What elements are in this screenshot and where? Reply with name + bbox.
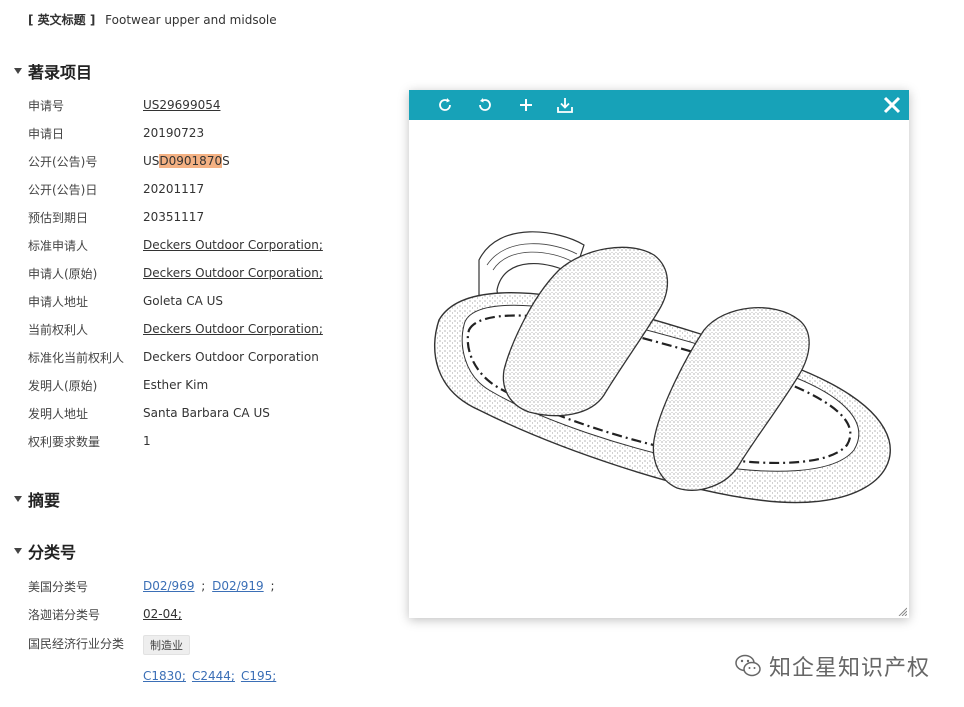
row-label: 预估到期日: [28, 210, 89, 225]
row-label: 标准化当前权利人: [28, 350, 125, 365]
standard-applicant-link[interactable]: Deckers Outdoor Corporation;: [143, 238, 323, 252]
row-label: 国民经济行业分类: [28, 636, 125, 651]
current-owner-link[interactable]: Deckers Outdoor Corporation;: [143, 322, 323, 336]
image-viewer: [409, 90, 909, 618]
rotate-left-icon[interactable]: [474, 95, 496, 115]
row-label: 公开(公告)号: [28, 154, 98, 169]
close-icon[interactable]: [881, 94, 903, 116]
section-abstract-title: 摘要: [28, 491, 61, 510]
industry-tag: 制造业: [143, 635, 190, 655]
row-label: 申请日: [28, 126, 65, 141]
collapse-triangle-icon[interactable]: [14, 496, 22, 502]
pub-highlight: D0901870: [159, 154, 223, 168]
row-label: 美国分类号: [28, 579, 89, 594]
biblio-row-publication-number: 公开(公告)号 USD0901870S: [28, 151, 230, 171]
rotate-right-icon[interactable]: [434, 95, 456, 115]
pub-suffix: S: [222, 154, 230, 168]
wechat-icon: [735, 654, 761, 677]
sandal-illustration: [434, 231, 891, 504]
biblio-row-standardized-owner: 标准化当前权利人 Deckers Outdoor Corporation: [28, 347, 319, 367]
class-row-locarno: 洛迦诺分类号 02-04;: [28, 604, 182, 624]
biblio-row-current-owner: 当前权利人 Deckers Outdoor Corporation;: [28, 319, 323, 339]
row-label: 公开(公告)日: [28, 182, 98, 197]
biblio-row-inventor-address: 发明人地址 Santa Barbara CA US: [28, 403, 270, 423]
industry-code-link[interactable]: C2444;: [192, 669, 235, 683]
publication-number-value: USD0901870S: [143, 154, 230, 168]
industry-code-link[interactable]: C1830;: [143, 669, 186, 683]
section-bibliographic[interactable]: 著录项目: [14, 59, 92, 83]
row-value: 20201117: [143, 182, 205, 196]
watermark-text: 知企星知识产权: [769, 656, 931, 681]
us-class-link-2[interactable]: D02/919: [212, 579, 263, 593]
collapse-triangle-icon[interactable]: [14, 68, 22, 74]
english-title-value: Footwear upper and midsole: [105, 13, 277, 27]
section-classification-title: 分类号: [28, 543, 77, 562]
separator: ;: [270, 579, 275, 593]
row-label: 发明人(原始): [28, 378, 98, 393]
section-abstract[interactable]: 摘要: [14, 487, 60, 511]
biblio-row-applicant-address: 申请人地址 Goleta CA US: [28, 291, 223, 311]
industry-code-link[interactable]: C195;: [241, 669, 276, 683]
english-title: [ 英文标题 ] Footwear upper and midsole: [28, 11, 277, 28]
row-value: 20351117: [143, 210, 205, 224]
row-label: 权利要求数量: [28, 434, 101, 449]
zoom-in-icon[interactable]: [515, 95, 537, 115]
patent-drawing: [409, 120, 909, 618]
row-value: 1: [143, 434, 151, 448]
row-label: 申请人地址: [28, 294, 89, 309]
class-row-us: 美国分类号 D02/969 ; D02/919 ;: [28, 576, 278, 596]
section-bibliographic-title: 著录项目: [28, 63, 93, 82]
biblio-row-inventor: 发明人(原始) Esther Kim: [28, 375, 208, 395]
resize-handle-icon[interactable]: [897, 606, 907, 616]
row-value: Santa Barbara CA US: [143, 406, 270, 420]
section-classification[interactable]: 分类号: [14, 539, 76, 563]
download-icon[interactable]: [554, 95, 576, 115]
biblio-row-expiry-date: 预估到期日 20351117: [28, 207, 204, 227]
biblio-row-standard-applicant: 标准申请人 Deckers Outdoor Corporation;: [28, 235, 323, 255]
application-number-link[interactable]: US29699054: [143, 98, 220, 112]
biblio-row-application-date: 申请日 20190723: [28, 123, 204, 143]
row-label: 申请人(原始): [28, 266, 98, 281]
viewer-toolbar: [409, 90, 909, 120]
row-value: Esther Kim: [143, 378, 209, 392]
row-label: 发明人地址: [28, 406, 89, 421]
row-label: 标准申请人: [28, 238, 89, 253]
locarno-class-link[interactable]: 02-04;: [143, 607, 182, 621]
row-label: 洛迦诺分类号: [28, 607, 101, 622]
row-label: 申请号: [28, 98, 65, 113]
row-value: 20190723: [143, 126, 205, 140]
industry-codes: C1830; C2444; C195;: [143, 666, 276, 686]
original-applicant-link[interactable]: Deckers Outdoor Corporation;: [143, 266, 323, 280]
watermark: 知企星知识产权: [735, 650, 930, 682]
biblio-row-claims-count: 权利要求数量 1: [28, 431, 151, 451]
us-class-link-1[interactable]: D02/969: [143, 579, 194, 593]
biblio-row-original-applicant: 申请人(原始) Deckers Outdoor Corporation;: [28, 263, 323, 283]
pub-prefix: US: [143, 154, 160, 168]
row-value: Goleta CA US: [143, 294, 224, 308]
separator: ;: [201, 579, 206, 593]
row-value: Deckers Outdoor Corporation: [143, 350, 319, 364]
biblio-row-application-number: 申请号 US29699054: [28, 95, 220, 115]
class-row-industry: 国民经济行业分类 制造业: [28, 633, 190, 655]
collapse-triangle-icon[interactable]: [14, 548, 22, 554]
row-label: 当前权利人: [28, 322, 89, 337]
biblio-row-publication-date: 公开(公告)日 20201117: [28, 179, 204, 199]
english-title-label: [ 英文标题 ]: [28, 13, 96, 27]
